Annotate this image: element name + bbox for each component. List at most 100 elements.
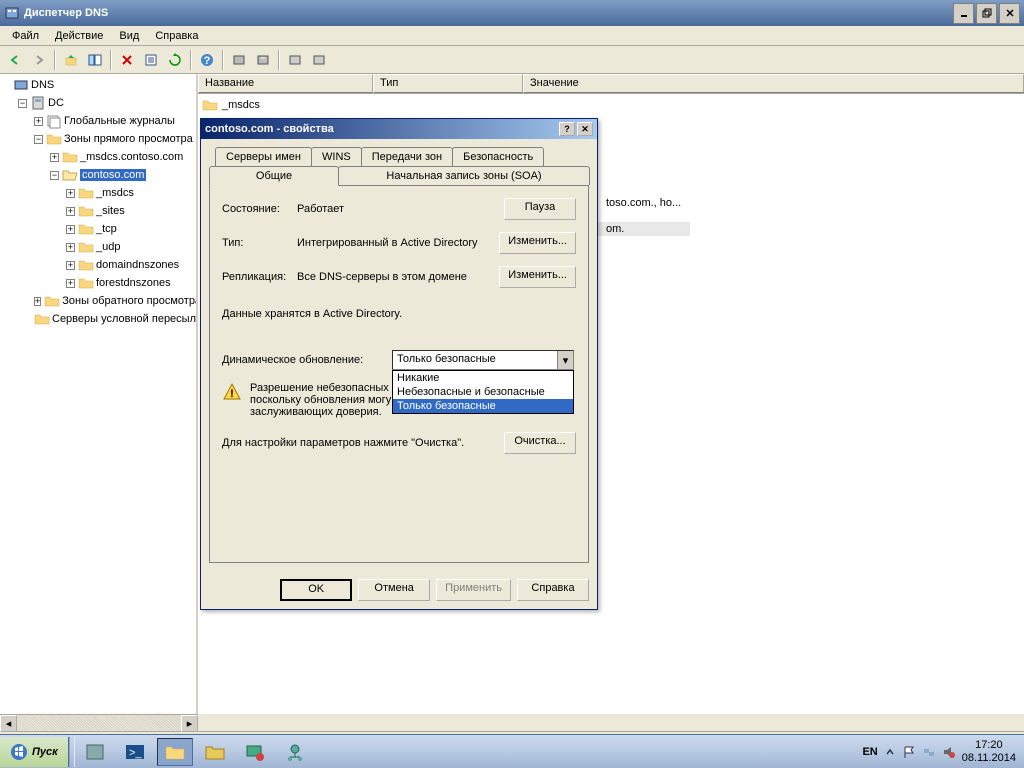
back-button[interactable] [4, 49, 26, 71]
tray-volume-icon[interactable] [942, 745, 956, 759]
refresh-button[interactable] [164, 49, 186, 71]
folder-icon [78, 221, 94, 237]
show-hide-tree-button[interactable] [84, 49, 106, 71]
scroll-right-icon[interactable]: ▸ [181, 715, 198, 732]
dropdown-option-nonsecure[interactable]: Небезопасные и безопасные [393, 385, 573, 399]
folder-icon [34, 311, 50, 327]
tab-soa[interactable]: Начальная запись зоны (SOA) [338, 166, 590, 185]
menu-file[interactable]: Файл [4, 28, 47, 44]
folder-icon [202, 97, 218, 113]
tree-node-rev-zones[interactable]: + Зоны обратного просмотра [34, 292, 194, 310]
tab-zone-transfers[interactable]: Передачи зон [361, 147, 453, 166]
window-titlebar: Диспетчер DNS [0, 0, 1024, 26]
task-dns-manager[interactable] [277, 738, 313, 766]
expand-icon[interactable]: + [66, 189, 75, 198]
task-explorer[interactable] [157, 738, 193, 766]
collapse-icon[interactable]: − [50, 171, 59, 180]
menu-help[interactable]: Справка [147, 28, 206, 44]
expand-icon[interactable]: + [50, 153, 59, 162]
close-button[interactable] [999, 3, 1020, 24]
tree-node-msdcs-contoso[interactable]: + _msdcs.contoso.com [50, 148, 194, 166]
minimize-button[interactable] [953, 3, 974, 24]
dialog-help-button[interactable]: ? [559, 122, 575, 136]
tree-node-tcp[interactable]: +_tcp [66, 220, 194, 238]
task-item-4[interactable] [197, 738, 233, 766]
ok-button[interactable]: OK [280, 579, 352, 601]
col-value[interactable]: Значение [523, 74, 1024, 93]
replication-label: Репликация: [222, 271, 297, 283]
tree-node-msdcs[interactable]: +_msdcs [66, 184, 194, 202]
tree-node-dns[interactable]: DNS [2, 76, 194, 94]
folder-open-icon [46, 131, 62, 147]
dynamic-update-combobox[interactable]: Только безопасные ▾ [392, 350, 574, 370]
warning-icon: ! [222, 382, 242, 402]
tree-node-dc[interactable]: − DC [18, 94, 194, 112]
dialog-close-button[interactable]: ✕ [577, 122, 593, 136]
tree-node-domaindnszones[interactable]: +domaindnszones [66, 256, 194, 274]
properties-button[interactable] [140, 49, 162, 71]
collapse-icon[interactable]: − [34, 135, 43, 144]
task-powershell[interactable]: >_ [117, 738, 153, 766]
expand-icon[interactable]: + [34, 117, 43, 126]
change-replication-button[interactable]: Изменить... [499, 266, 576, 288]
menu-view[interactable]: Вид [111, 28, 147, 44]
expand-icon[interactable]: + [66, 225, 75, 234]
type-value: Интегрированный в Active Directory [297, 237, 499, 249]
up-button[interactable] [60, 49, 82, 71]
tray-network-icon[interactable] [922, 745, 936, 759]
tree-node-contoso[interactable]: − contoso.com [50, 166, 194, 184]
scroll-left-icon[interactable]: ◂ [0, 715, 17, 732]
task-item-5[interactable] [237, 738, 273, 766]
expand-icon[interactable]: + [34, 297, 41, 306]
start-button[interactable]: Пуск [0, 737, 69, 767]
tab-nameservers[interactable]: Серверы имен [215, 147, 312, 166]
tree-scrollbar[interactable]: ◂ ▸ [0, 714, 198, 731]
tray-clock[interactable]: 17:20 08.11.2014 [962, 739, 1016, 763]
expand-icon[interactable]: + [66, 261, 75, 270]
dropdown-option-none[interactable]: Никакие [393, 371, 573, 385]
pause-button[interactable]: Пауза [504, 198, 576, 220]
cleanup-button[interactable]: Очистка... [504, 432, 576, 454]
col-name[interactable]: Название [198, 74, 373, 93]
tab-general[interactable]: Общие [209, 166, 339, 186]
expand-icon[interactable]: + [66, 243, 75, 252]
tree-node-sites[interactable]: +_sites [66, 202, 194, 220]
dns-app-icon [4, 5, 20, 21]
dialog-titlebar[interactable]: contoso.com - свойства ? ✕ [201, 119, 597, 139]
tree-node-fwd-zones[interactable]: − Зоны прямого просмотра [34, 130, 194, 148]
collapse-icon[interactable]: − [18, 99, 27, 108]
tree-node-forestdnszones[interactable]: +forestdnszones [66, 274, 194, 292]
column-headers: Название Тип Значение [198, 74, 1024, 94]
tab-security[interactable]: Безопасность [452, 147, 544, 166]
col-type[interactable]: Тип [373, 74, 523, 93]
change-type-button[interactable]: Изменить... [499, 232, 576, 254]
svg-text:!: ! [230, 388, 234, 400]
restore-button[interactable] [976, 3, 997, 24]
tab-wins[interactable]: WINS [311, 147, 362, 166]
help-button[interactable]: Справка [517, 579, 589, 601]
windows-logo-icon [10, 743, 28, 761]
task-server-manager[interactable] [77, 738, 113, 766]
help-button[interactable]: ? [196, 49, 218, 71]
forward-button[interactable] [28, 49, 50, 71]
dropdown-option-secure[interactable]: Только безопасные [393, 399, 573, 413]
tool-btn-4[interactable] [308, 49, 330, 71]
folder-icon [78, 275, 94, 291]
apply-button[interactable]: Применить [436, 579, 511, 601]
tool-btn-1[interactable] [228, 49, 250, 71]
tool-btn-2[interactable] [252, 49, 274, 71]
list-item[interactable]: _msdcs [200, 96, 1022, 114]
tree-node-journals[interactable]: + Глобальные журналы [34, 112, 194, 130]
delete-button[interactable] [116, 49, 138, 71]
language-indicator[interactable]: EN [862, 746, 877, 758]
tree-node-cond-fwd[interactable]: Серверы условной пересылки [34, 310, 194, 328]
tool-btn-3[interactable] [284, 49, 306, 71]
chevron-down-icon[interactable]: ▾ [557, 351, 573, 369]
tray-show-hidden-icon[interactable] [884, 746, 896, 758]
expand-icon[interactable]: + [66, 279, 75, 288]
expand-icon[interactable]: + [66, 207, 75, 216]
menu-action[interactable]: Действие [47, 28, 111, 44]
tree-node-udp[interactable]: +_udp [66, 238, 194, 256]
cancel-button[interactable]: Отмена [358, 579, 430, 601]
tray-flag-icon[interactable] [902, 745, 916, 759]
